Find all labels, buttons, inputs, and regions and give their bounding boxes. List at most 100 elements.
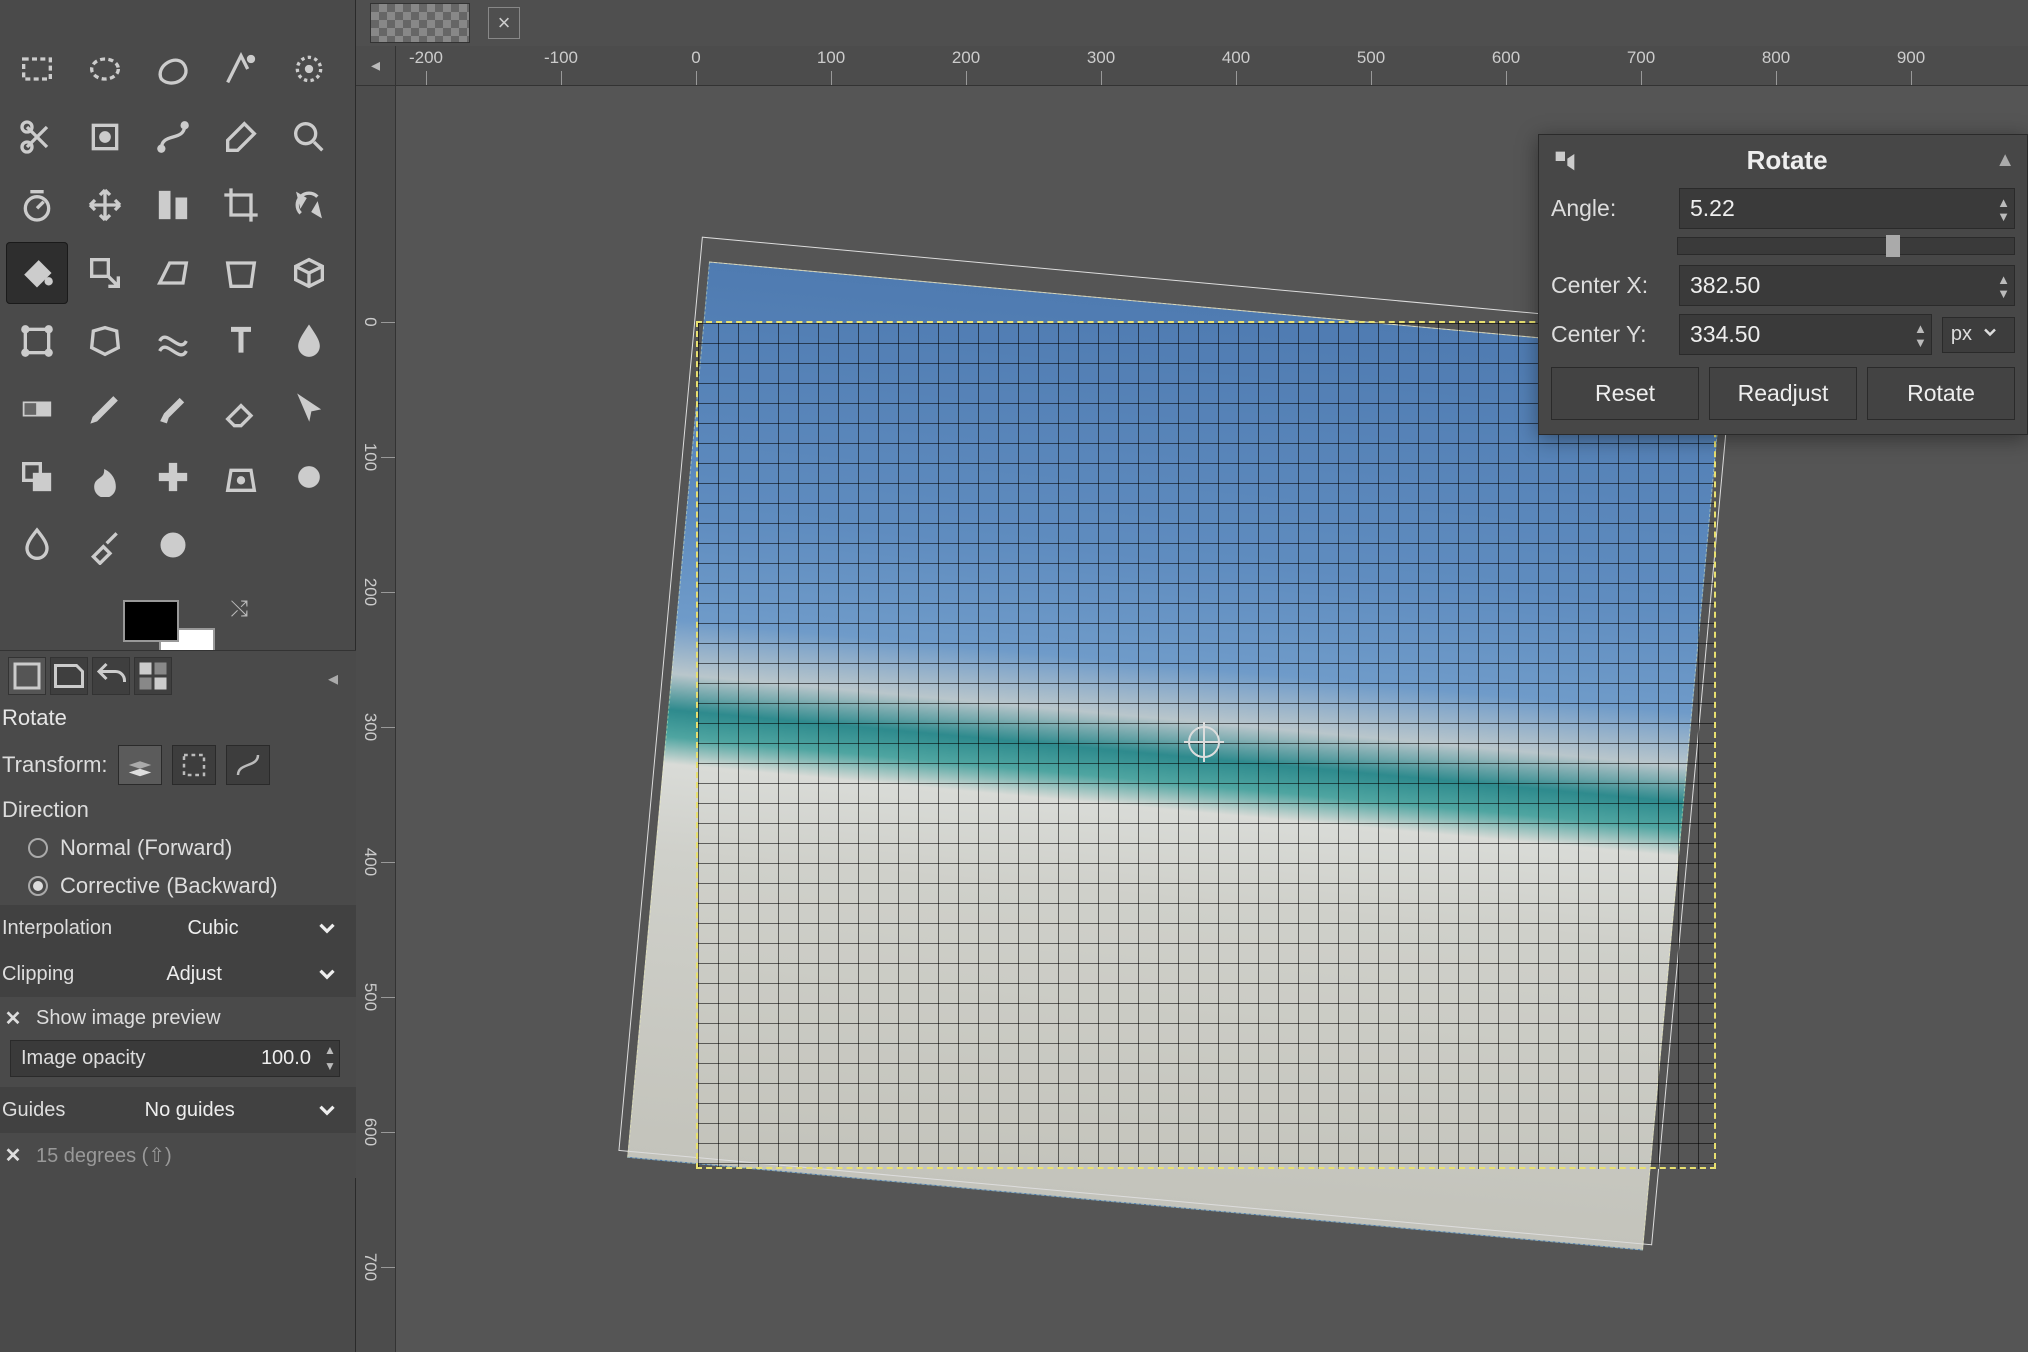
tool-mouse[interactable] [278, 378, 340, 440]
ruler-tick: 500 [360, 983, 380, 1011]
options-tab-device[interactable] [50, 657, 88, 695]
tool-heal[interactable] [142, 446, 204, 508]
ruler-tick: -200 [409, 48, 443, 68]
ruler-tick: 600 [360, 1118, 380, 1146]
dialog-titlebar[interactable]: Rotate ▲ [1551, 145, 2015, 176]
tool-dodge-burn[interactable] [278, 446, 340, 508]
check-on-icon: ✕ [2, 1008, 24, 1030]
tool-grid [0, 0, 355, 586]
options-menu-arrow-icon[interactable]: ◂ [328, 666, 348, 686]
direction-corrective-label: Corrective (Backward) [60, 873, 278, 899]
close-image-button[interactable]: × [488, 7, 520, 39]
ruler-tick: 200 [952, 48, 980, 68]
fifteen-degrees-checkbox[interactable]: ✕ 15 degrees (⇧) [0, 1133, 356, 1178]
center-y-input[interactable]: 334.50 ▲▼ [1679, 314, 1932, 355]
tool-paintbrush[interactable] [142, 378, 204, 440]
center-x-input[interactable]: 382.50 ▲▼ [1679, 265, 2015, 306]
ruler-tick: 0 [691, 48, 700, 68]
options-tab-bar: ◂ [0, 650, 356, 701]
tool-pencil[interactable] [74, 378, 136, 440]
ruler-tick: 100 [360, 443, 380, 471]
chevron-down-icon [314, 961, 340, 987]
angle-slider[interactable] [1677, 237, 2015, 255]
tool-perspective-clone[interactable] [210, 446, 272, 508]
rotate-dialog[interactable]: Rotate ▲ Angle: 5.22 ▲▼ Center X: 382.50… [1538, 134, 2028, 435]
reset-button[interactable]: Reset [1551, 367, 1699, 420]
horizontal-ruler[interactable]: -200-10001002003004005006007008009001000 [396, 46, 2028, 86]
tool-color-select[interactable] [278, 38, 340, 100]
tool-fuzzy-select[interactable] [210, 38, 272, 100]
tool-airbrush[interactable] [74, 514, 136, 576]
tool-free-select[interactable] [142, 38, 204, 100]
options-tab-tool[interactable] [8, 657, 46, 695]
tool-warp[interactable] [142, 310, 204, 372]
rotation-center-handle[interactable] [1184, 722, 1224, 762]
tool-ink[interactable] [278, 310, 340, 372]
tool-shear[interactable] [142, 242, 204, 304]
app-root: × ◂ -200-1000100200300400500600700800900… [0, 0, 2028, 1352]
rotate-icon [1551, 147, 1579, 175]
options-tab-undo[interactable] [92, 657, 130, 695]
vertical-ruler[interactable]: 0100200300400500600700 [356, 86, 396, 1352]
slider-knob[interactable] [1886, 235, 1900, 257]
tool-perspective[interactable] [210, 242, 272, 304]
transform-selection-toggle[interactable] [172, 745, 216, 785]
tool-measure[interactable] [6, 174, 68, 236]
guides-select[interactable]: Guides No guides [0, 1087, 356, 1133]
readjust-button[interactable]: Readjust [1709, 367, 1857, 420]
tool-ellipse-select[interactable] [74, 38, 136, 100]
tool-mypaint[interactable] [142, 514, 204, 576]
swap-colors-icon[interactable]: ⤭ [231, 596, 251, 616]
chevron-down-icon [1980, 322, 2006, 348]
tool-zoom[interactable] [278, 106, 340, 168]
tool-align[interactable] [142, 174, 204, 236]
tool-eraser[interactable] [210, 378, 272, 440]
center-x-label: Center X: [1551, 272, 1669, 299]
tool-move[interactable] [74, 174, 136, 236]
ruler-tick: 0 [360, 317, 380, 326]
direction-normal-radio[interactable]: Normal (Forward) [0, 829, 356, 867]
ruler-tick: 100 [817, 48, 845, 68]
ruler-tick: 500 [1357, 48, 1385, 68]
tool-gradient[interactable] [6, 378, 68, 440]
rotate-button[interactable]: Rotate [1867, 367, 2015, 420]
chevron-down-icon [314, 915, 340, 941]
options-tab-images[interactable] [134, 657, 172, 695]
tool-paths[interactable] [142, 106, 204, 168]
tool-clone[interactable] [6, 446, 68, 508]
transform-layer-toggle[interactable] [118, 745, 162, 785]
show-preview-checkbox[interactable]: ✕ Show image preview [0, 997, 356, 1040]
tool-scale[interactable] [74, 242, 136, 304]
direction-label: Direction [0, 791, 356, 829]
image-opacity-input[interactable]: Image opacity 100.0 ▲▼ [10, 1040, 340, 1077]
tool-bucket-fill[interactable] [6, 242, 68, 304]
tool-blur[interactable] [6, 514, 68, 576]
angle-input[interactable]: 5.22 ▲▼ [1679, 188, 2015, 229]
transform-path-toggle[interactable] [226, 745, 270, 785]
clipping-select[interactable]: Clipping Adjust [0, 951, 356, 997]
tool-eyedropper[interactable] [210, 106, 272, 168]
tool-3d-transform[interactable] [278, 242, 340, 304]
ruler-origin-button[interactable]: ◂ [356, 46, 396, 86]
ruler-tick: -100 [544, 48, 578, 68]
direction-corrective-radio[interactable]: Corrective (Backward) [0, 867, 356, 905]
tool-crop[interactable] [210, 174, 272, 236]
tool-foreground-select[interactable] [74, 106, 136, 168]
image-thumbnail[interactable] [370, 3, 470, 43]
foreground-color-swatch[interactable] [123, 600, 179, 642]
unit-select[interactable]: px [1942, 317, 2015, 353]
collapse-icon[interactable]: ▲ [1995, 149, 2015, 172]
ruler-tick: 300 [1087, 48, 1115, 68]
ruler-tick: 700 [1627, 48, 1655, 68]
toolbox-panel: ⤭ ◂ Rotate Transform: � [0, 0, 356, 1352]
tool-rotate[interactable] [278, 174, 340, 236]
tool-options-panel: ◂ Rotate Transform: 🔗 ⛓ Direction Normal… [0, 650, 356, 1178]
tool-smudge[interactable] [74, 446, 136, 508]
ruler-tick: 300 [360, 713, 380, 741]
tool-handle-transform[interactable] [6, 310, 68, 372]
tool-cage[interactable] [74, 310, 136, 372]
interpolation-select[interactable]: Interpolation Cubic [0, 905, 356, 951]
tool-rect-select[interactable] [6, 38, 68, 100]
tool-scissors[interactable] [6, 106, 68, 168]
tool-text[interactable] [210, 310, 272, 372]
